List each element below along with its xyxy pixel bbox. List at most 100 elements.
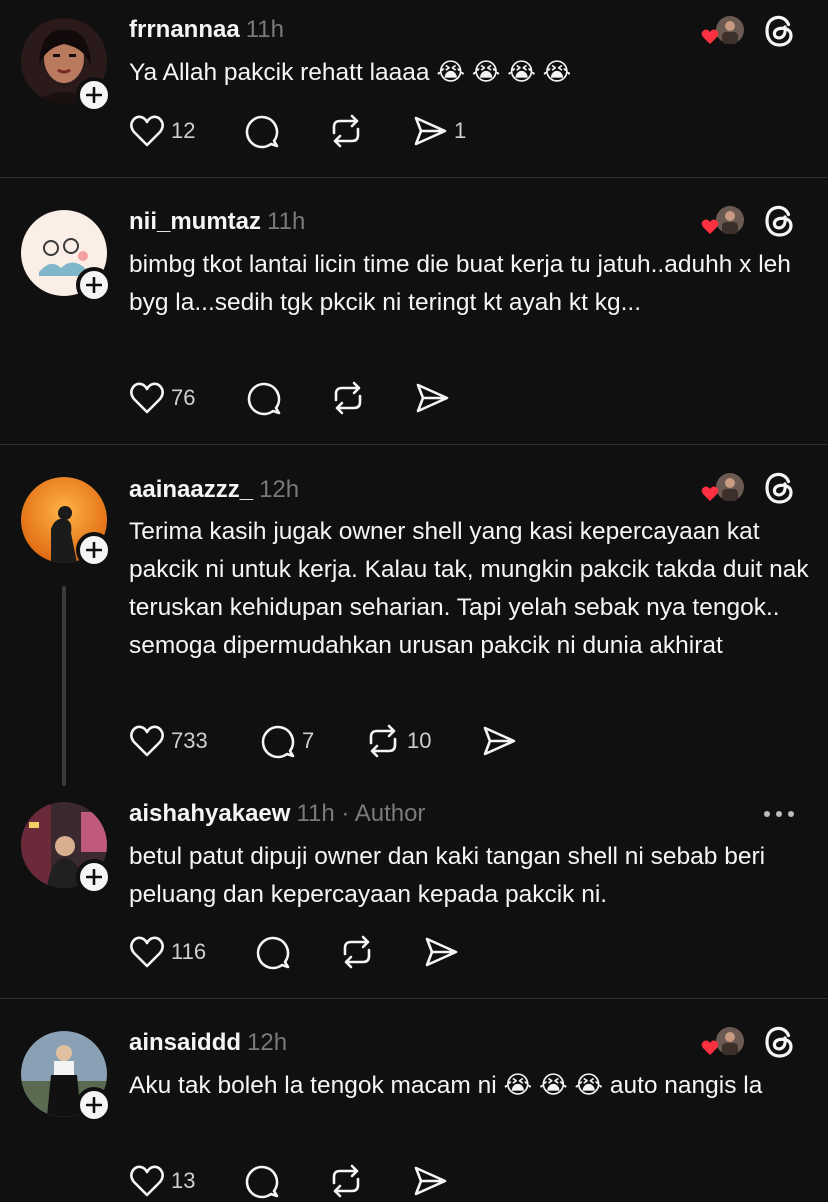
repost-button[interactable]: [330, 378, 372, 418]
comment-icon: [256, 936, 290, 970]
username[interactable]: frrnannaa: [129, 16, 240, 43]
send-icon: [414, 116, 447, 146]
more-icon[interactable]: [764, 811, 794, 817]
like-button[interactable]: 12: [129, 111, 195, 151]
post-actions: 12 1: [129, 111, 529, 151]
liked-by-author-icon: [700, 204, 744, 240]
post-actions: 116: [129, 932, 529, 972]
post-nii_mumtaz: nii_mumtaz 11h bimbg tkot lantai licin ti…: [0, 178, 828, 444]
repost-icon: [332, 1164, 360, 1198]
post-aainaazzz_: aainaazzz_ 12h Terima kasih jugak owner s…: [0, 445, 828, 786]
reply-count: 7: [302, 728, 315, 753]
plus-icon: [86, 277, 102, 293]
username[interactable]: aishahyakaew: [129, 800, 290, 827]
like-count: 12: [171, 118, 196, 143]
plus-icon: [86, 87, 102, 103]
threads-logo-icon[interactable]: [764, 471, 796, 505]
like-button[interactable]: 116: [129, 932, 206, 972]
post-actions: 76: [129, 378, 529, 418]
like-button[interactable]: 76: [129, 378, 195, 418]
liked-by-author-icon: [700, 14, 744, 50]
repost-button[interactable]: [328, 1161, 370, 1201]
follow-plus-button[interactable]: [76, 77, 112, 113]
post-top-right: [700, 204, 810, 244]
repost-button[interactable]: 10: [365, 721, 431, 761]
timestamp: 12h: [247, 1029, 288, 1056]
follow-plus-button[interactable]: [76, 532, 112, 568]
heart-icon: [130, 725, 164, 757]
reply-button[interactable]: [246, 378, 288, 418]
like-button[interactable]: 733: [129, 721, 208, 761]
post-text: betul patut dipuji owner dan kaki tangan…: [129, 843, 766, 908]
like-count: 116: [171, 939, 207, 964]
comment-icon: [247, 382, 281, 416]
reply-button[interactable]: [244, 111, 286, 151]
liked-by-author-icon: [700, 1025, 744, 1061]
share-button[interactable]: [481, 721, 523, 761]
like-count: 733: [171, 728, 208, 753]
follow-plus-button[interactable]: [76, 1087, 112, 1123]
post-frrnannaa: frrnannaa 11h Ya Allah pakcik rehatt laaa…: [0, 0, 828, 177]
post-header: aishahyakaew 11h · Author: [129, 800, 425, 828]
heart-icon: [130, 115, 164, 147]
repost-button[interactable]: [328, 111, 370, 151]
send-icon: [425, 937, 458, 967]
plus-icon: [86, 1097, 102, 1113]
comment-icon: [261, 725, 295, 759]
post-actions: 13: [129, 1161, 529, 1201]
liked-by-author-icon: [700, 471, 744, 507]
post-header: aainaazzz_ 12h: [129, 476, 299, 504]
threads-logo-icon[interactable]: [764, 204, 796, 238]
post-text: Aku tak boleh la tengok macam ni 😭 😭 😭 a…: [129, 1072, 763, 1099]
post-text: Ya Allah pakcik rehatt laaaa 😭 😭 😭 😭: [129, 59, 572, 86]
post-top-right: [700, 471, 810, 511]
heart-icon: [130, 382, 164, 414]
timestamp: 11h: [245, 16, 284, 43]
share-button[interactable]: 1: [412, 111, 466, 151]
share-button[interactable]: [423, 932, 465, 972]
thread-connector-line: [62, 586, 66, 786]
threads-logo-icon[interactable]: [764, 14, 796, 48]
post-header: nii_mumtaz 11h: [129, 208, 305, 236]
share-button[interactable]: [414, 378, 456, 418]
send-icon: [416, 383, 449, 413]
post-text: Terima kasih jugak owner shell yang kasi…: [129, 518, 809, 659]
threads-logo-icon[interactable]: [764, 1025, 796, 1059]
repost-icon: [343, 935, 371, 969]
heart-icon: [130, 936, 164, 968]
repost-count: 10: [407, 728, 432, 753]
author-badge: · Author: [341, 800, 426, 827]
reply-button[interactable]: 7: [260, 721, 314, 761]
post-top-right: [700, 1025, 810, 1065]
post-header: frrnannaa 11h: [129, 16, 284, 44]
plus-icon: [86, 869, 102, 885]
reply-button[interactable]: [255, 932, 297, 972]
username[interactable]: aainaazzz_: [129, 476, 253, 503]
repost-icon: [332, 114, 360, 148]
post-header: ainsaiddd 12h: [129, 1029, 287, 1057]
share-button[interactable]: [412, 1161, 454, 1201]
threads-replies-feed: frrnannaa 11h Ya Allah pakcik rehatt laaa…: [0, 0, 828, 1202]
heart-icon: [130, 1165, 164, 1197]
timestamp: 11h: [296, 800, 335, 827]
repost-icon: [334, 381, 362, 415]
reply-button[interactable]: [244, 1161, 286, 1201]
post-aishahyakaew: aishahyakaew 11h · Author betul patut dip…: [0, 785, 828, 998]
comment-icon: [245, 115, 279, 149]
like-button[interactable]: 13: [129, 1161, 195, 1201]
username[interactable]: ainsaiddd: [129, 1029, 241, 1056]
comment-icon: [245, 1165, 279, 1199]
post-top-right: [700, 14, 810, 54]
repost-button[interactable]: [339, 932, 381, 972]
send-icon: [483, 726, 516, 756]
repost-icon: [369, 724, 397, 758]
post-ainsaiddd: ainsaiddd 12h Aku tak boleh la tengok mac…: [0, 999, 828, 1202]
post-actions: 733 7 10: [129, 721, 549, 761]
follow-plus-button[interactable]: [76, 859, 112, 895]
plus-icon: [86, 542, 102, 558]
username[interactable]: nii_mumtaz: [129, 208, 261, 235]
like-count: 76: [171, 385, 196, 410]
follow-plus-button[interactable]: [76, 267, 112, 303]
timestamp: 11h: [267, 208, 306, 235]
share-count: 1: [454, 118, 467, 143]
